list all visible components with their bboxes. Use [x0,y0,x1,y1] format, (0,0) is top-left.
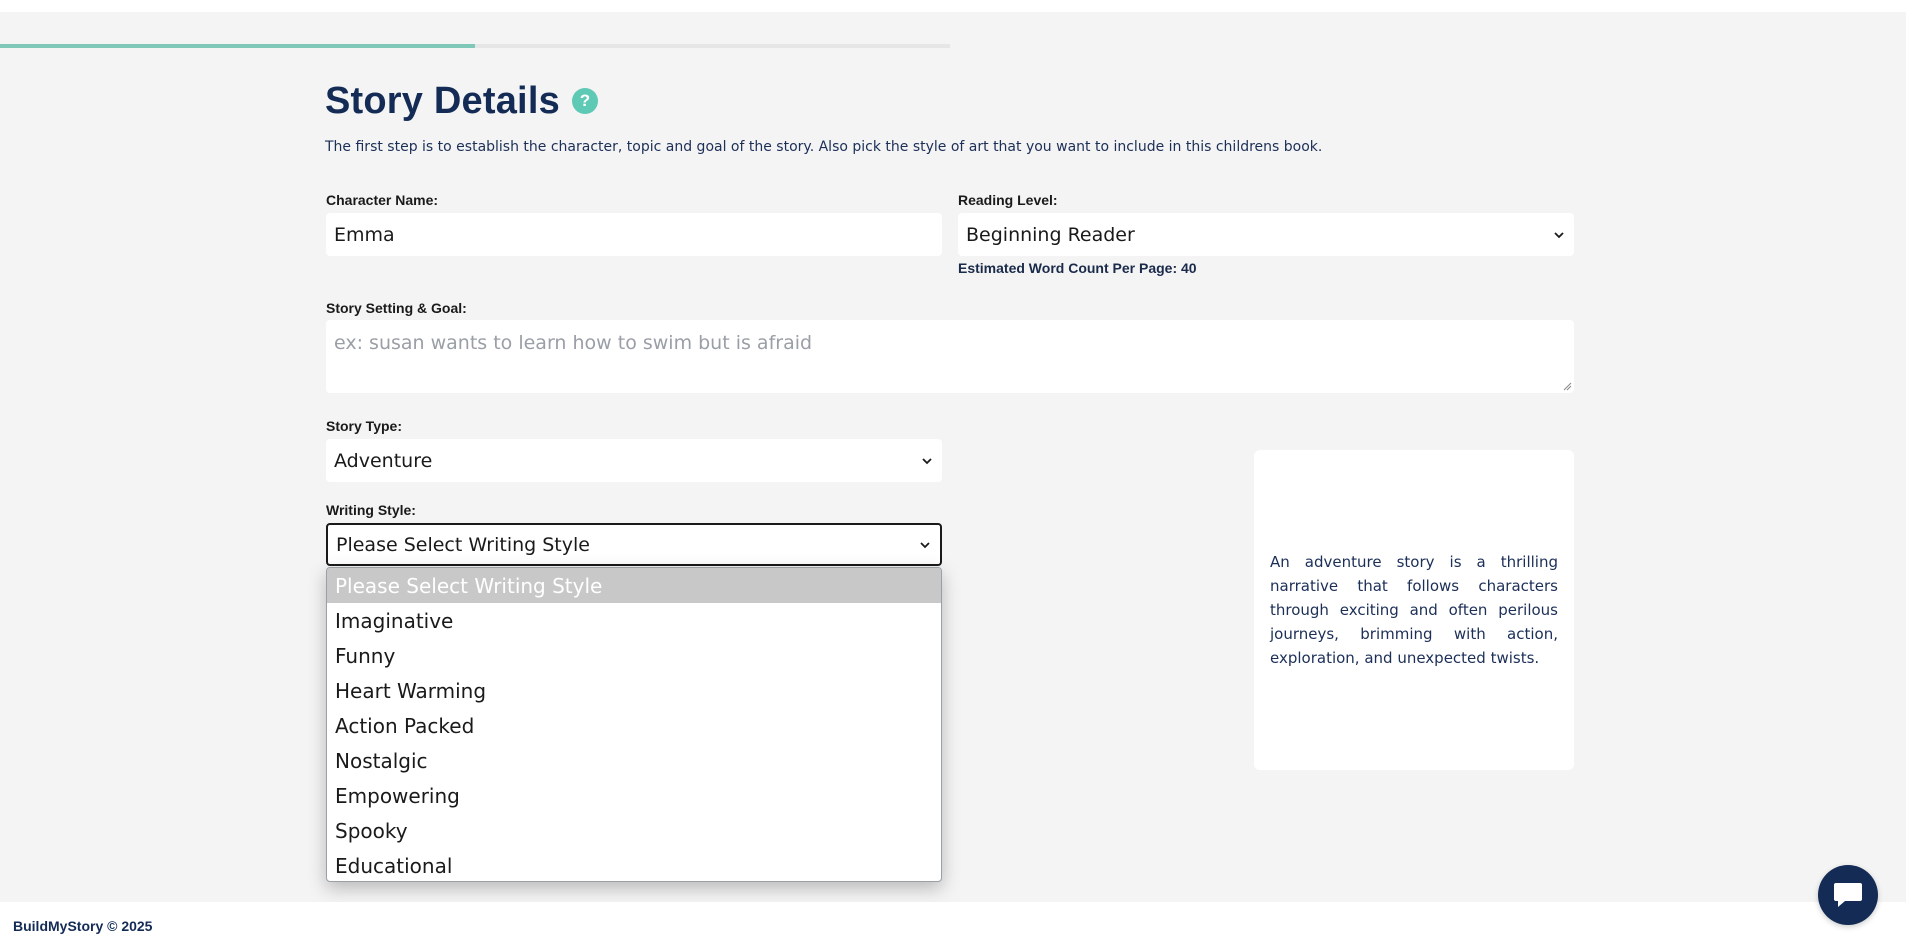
title-row: Story Details ? [325,80,1575,123]
character-name-label: Character Name: [326,192,439,208]
word-count-hint: Estimated Word Count Per Page: 40 [958,260,1197,276]
reading-level-select[interactable]: Beginning Reader [958,213,1574,256]
progress-fill [0,44,475,48]
character-name-value: Emma [334,223,395,246]
writing-style-option[interactable]: Spooky [327,813,941,848]
top-bar [0,0,1906,12]
story-type-select[interactable]: Adventure [326,439,942,482]
writing-style-option[interactable]: Nostalgic [327,743,941,778]
footer [0,902,1906,937]
reading-level-value: Beginning Reader [966,223,1135,246]
writing-style-option[interactable]: Heart Warming [327,673,941,708]
page-subtitle: The first step is to establish the chara… [325,139,1323,155]
story-type-label: Story Type: [326,418,402,434]
page-title: Story Details [325,80,560,122]
footer-copyright: BuildMyStory © 2025 [13,918,153,934]
writing-style-value: Please Select Writing Style [336,533,590,556]
story-type-value: Adventure [334,449,433,472]
story-type-description-card: An adventure story is a thrilling narrat… [1254,450,1574,770]
writing-style-label: Writing Style: [326,502,416,518]
writing-style-dropdown: Please Select Writing Style Imaginative … [326,567,942,882]
reading-level-label: Reading Level: [958,192,1058,208]
writing-style-select[interactable]: Please Select Writing Style [326,523,942,566]
writing-style-option[interactable]: Educational [327,848,941,881]
chevron-down-icon [922,457,932,464]
chat-bubble-icon [1834,883,1862,907]
writing-style-option[interactable]: Please Select Writing Style [327,568,941,603]
writing-style-option[interactable]: Action Packed [327,708,941,743]
resize-grip-icon[interactable] [1562,381,1572,391]
story-details-section: Story Details ? The first step is to est… [325,80,1575,155]
chevron-down-icon [920,541,930,548]
writing-style-option[interactable]: Imaginative [327,603,941,638]
chat-button[interactable] [1818,865,1878,925]
story-setting-label: Story Setting & Goal: [326,300,467,316]
writing-style-option[interactable]: Empowering [327,778,941,813]
help-icon[interactable]: ? [571,87,598,114]
character-name-input[interactable]: Emma [326,213,942,256]
story-type-description: An adventure story is a thrilling narrat… [1270,553,1558,667]
chevron-down-icon [1554,231,1564,238]
writing-style-option[interactable]: Funny [327,638,941,673]
story-setting-textarea[interactable]: ex: susan wants to learn how to swim but… [326,320,1574,393]
progress-bar [0,44,950,48]
story-setting-placeholder: ex: susan wants to learn how to swim but… [334,332,813,354]
